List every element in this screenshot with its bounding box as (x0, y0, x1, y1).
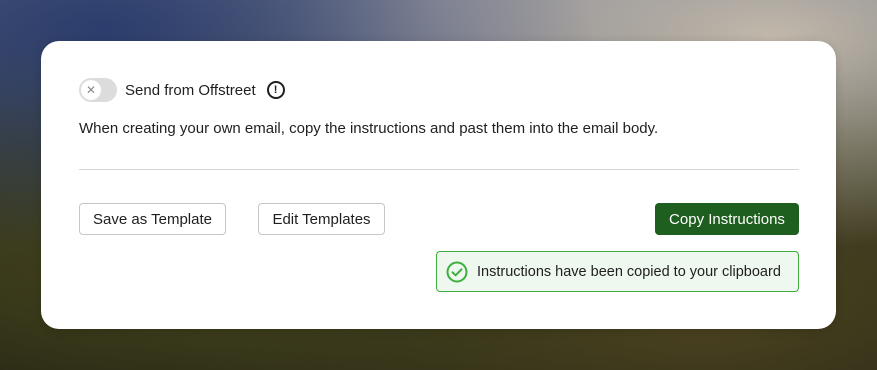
instructions-description: When creating your own email, copy the i… (79, 120, 659, 137)
toast-message: Instructions have been copied to your cl… (477, 263, 781, 280)
close-icon: ✕ (81, 80, 101, 100)
alert-circle-icon[interactable]: ! (266, 81, 285, 99)
email-instructions-card: ✕ Send from Offstreet ! When creating yo… (41, 41, 836, 329)
send-from-row: ✕ Send from Offstreet ! (79, 78, 285, 102)
copy-instructions-button[interactable]: Copy Instructions (655, 203, 799, 235)
save-as-template-button[interactable]: Save as Template (79, 203, 226, 235)
send-from-offstreet-toggle[interactable]: ✕ (79, 78, 117, 102)
toggle-label: Send from Offstreet (125, 81, 256, 99)
check-circle-icon (446, 261, 468, 283)
divider (79, 169, 799, 170)
copied-confirmation-toast: Instructions have been copied to your cl… (436, 251, 799, 292)
edit-templates-button[interactable]: Edit Templates (258, 203, 385, 235)
